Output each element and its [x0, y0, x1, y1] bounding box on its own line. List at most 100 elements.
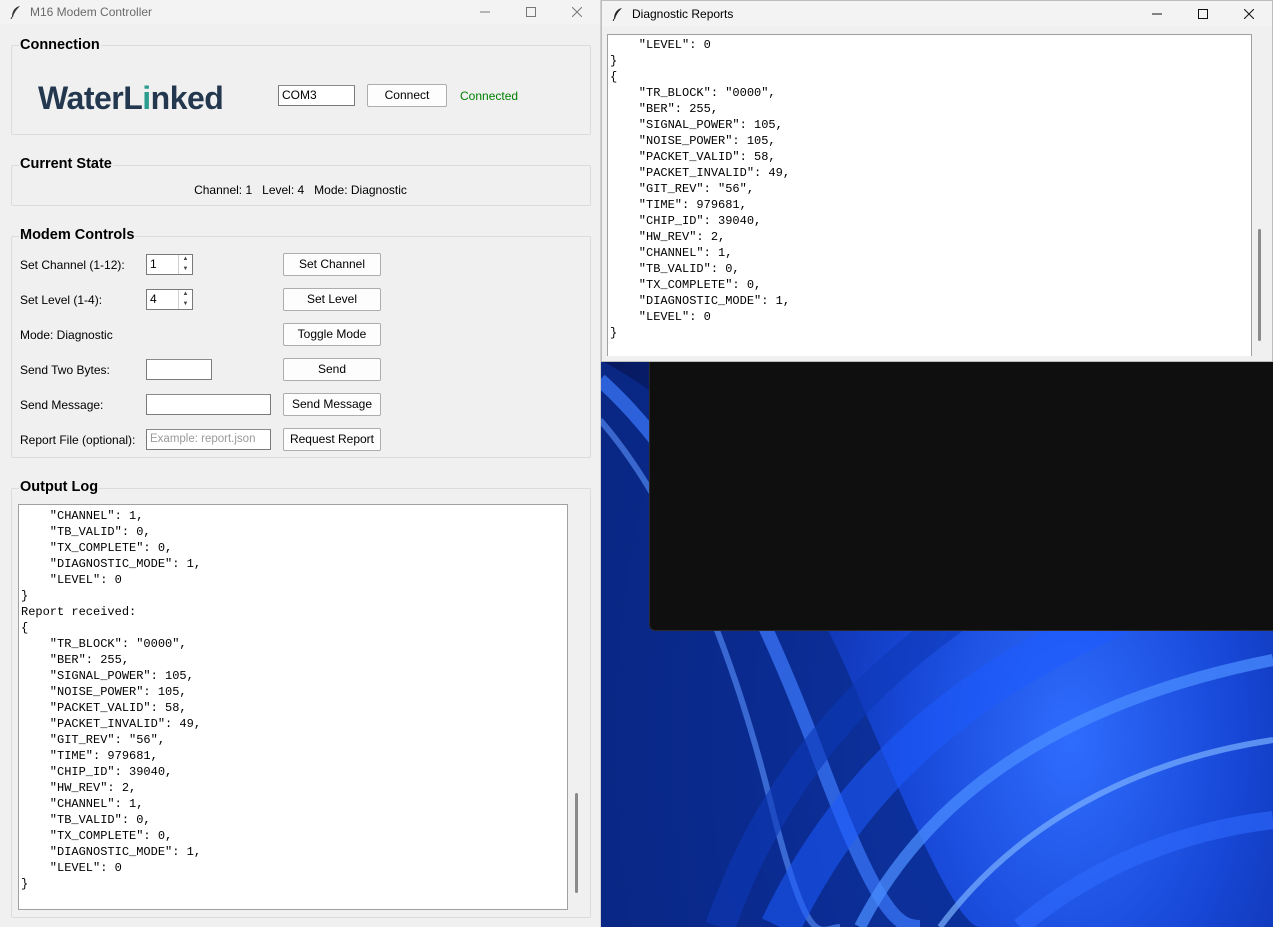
set-level-button[interactable]: Set Level	[283, 288, 381, 311]
log-line: }	[21, 589, 29, 603]
spin-down-icon[interactable]: ▼	[179, 265, 192, 275]
diag-close-button[interactable]	[1226, 1, 1272, 27]
feather-icon	[610, 6, 626, 22]
send-button[interactable]: Send	[283, 358, 381, 381]
send-two-bytes-label: Send Two Bytes:	[20, 363, 110, 377]
log-line: "LEVEL": 0	[21, 861, 122, 875]
diag-scrollbar[interactable]	[1258, 229, 1261, 341]
log-line: "HW_REV": 2,	[21, 781, 137, 795]
log-line: "BER": 255,	[21, 653, 130, 667]
connection-label: Connection	[19, 37, 101, 53]
send-message-button[interactable]: Send Message	[283, 393, 381, 416]
channel-spinbox[interactable]: 1 ▲ ▼	[146, 254, 193, 275]
log-line: "HW_REV": 2,	[610, 230, 726, 244]
log-line: "CHANNEL": 1,	[21, 509, 144, 523]
diag-maximize-button[interactable]	[1180, 1, 1226, 27]
log-line: "CHIP_ID": 39040,	[610, 214, 762, 228]
channel-value: 1	[150, 257, 157, 271]
request-report-button[interactable]: Request Report	[283, 428, 381, 451]
log-line: "DIAGNOSTIC_MODE": 1,	[21, 845, 202, 859]
current-state-label: Current State	[19, 156, 113, 172]
log-line: "NOISE_POWER": 105,	[610, 134, 776, 148]
log-line: "CHANNEL": 1,	[21, 797, 144, 811]
connection-status: Connected	[460, 89, 519, 103]
level-value: 4	[150, 292, 157, 306]
maximize-icon	[526, 7, 536, 17]
log-line: "TB_VALID": 0,	[610, 262, 740, 276]
feather-icon	[8, 4, 24, 20]
window-title: M16 Modem Controller	[30, 5, 153, 19]
log-line: {	[610, 70, 618, 84]
log-line: "TIME": 979681,	[21, 749, 158, 763]
log-line: "NOISE_POWER": 105,	[21, 685, 187, 699]
log-line: }	[21, 877, 29, 891]
main-titlebar[interactable]: M16 Modem Controller	[0, 0, 600, 24]
send-message-label: Send Message:	[20, 398, 104, 412]
message-input[interactable]	[146, 394, 271, 415]
log-line: "PACKET_VALID": 58,	[610, 150, 776, 164]
log-line: "CHANNEL": 1,	[610, 246, 733, 260]
log-line: "BER": 255,	[610, 102, 719, 116]
diag-titlebar[interactable]: Diagnostic Reports	[602, 1, 1272, 27]
main-window: M16 Modem Controller Connection WaterLin…	[0, 0, 601, 927]
log-line: "GIT_REV": "56",	[21, 733, 166, 747]
output-log-scrollbar[interactable]	[575, 793, 578, 893]
log-line: "CHIP_ID": 39040,	[21, 765, 173, 779]
level-spinbox[interactable]: 4 ▲ ▼	[146, 289, 193, 310]
minimize-icon	[1152, 13, 1162, 15]
minimize-icon	[480, 11, 490, 13]
maximize-button[interactable]	[508, 0, 554, 24]
connect-button[interactable]: Connect	[367, 84, 447, 107]
log-line: "SIGNAL_POWER": 105,	[21, 669, 194, 683]
report-file-input[interactable]: Example: report.json	[146, 429, 271, 450]
log-line: "LEVEL": 0	[610, 310, 711, 324]
mode-label: Mode: Diagnostic	[20, 328, 113, 342]
diagnostic-reports-text[interactable]: "LEVEL": 0} { "TR_BLOCK": "0000", "BER": …	[607, 34, 1252, 356]
log-line: "DIAGNOSTIC_MODE": 1,	[21, 557, 202, 571]
spin-down-icon[interactable]: ▼	[179, 300, 192, 310]
log-line: "DIAGNOSTIC_MODE": 1,	[610, 294, 791, 308]
toggle-mode-button[interactable]: Toggle Mode	[283, 323, 381, 346]
log-line: "TX_COMPLETE": 0,	[610, 278, 762, 292]
log-line: "SIGNAL_POWER": 105,	[610, 118, 783, 132]
current-state-text: Channel: 1 Level: 4 Mode: Diagnostic	[194, 183, 407, 197]
background-terminal-window	[649, 355, 1273, 631]
log-line: "TX_COMPLETE": 0,	[21, 829, 173, 843]
log-line: "PACKET_INVALID": 49,	[610, 166, 791, 180]
log-line: "TB_VALID": 0,	[21, 813, 151, 827]
log-line: "TR_BLOCK": "0000",	[21, 637, 187, 651]
log-line: "TB_VALID": 0,	[21, 525, 151, 539]
close-icon	[572, 7, 582, 17]
close-button[interactable]	[554, 0, 600, 24]
log-line: "TIME": 979681,	[610, 198, 747, 212]
log-line: "GIT_REV": "56",	[610, 182, 755, 196]
log-line: }	[610, 326, 618, 340]
log-line: "TR_BLOCK": "0000",	[610, 86, 776, 100]
log-line: "TX_COMPLETE": 0,	[21, 541, 173, 555]
waterlinked-logo: WaterLinked	[38, 80, 224, 116]
diagnostic-reports-window: Diagnostic Reports "LEVEL": 0} { "TR_BLOC…	[601, 0, 1273, 362]
maximize-icon	[1198, 9, 1208, 19]
log-line: "PACKET_INVALID": 49,	[21, 717, 202, 731]
log-line: }	[610, 54, 618, 68]
minimize-button[interactable]	[462, 0, 508, 24]
spin-up-icon[interactable]: ▲	[179, 255, 192, 265]
two-bytes-input[interactable]	[146, 359, 212, 380]
set-level-label: Set Level (1-4):	[20, 293, 103, 307]
log-line: "PACKET_VALID": 58,	[21, 701, 187, 715]
output-log-text[interactable]: "CHANNEL": 1, "TB_VALID": 0, "TX_COMPLET…	[18, 504, 568, 910]
log-line: Report received:	[21, 605, 137, 619]
close-icon	[1244, 9, 1254, 19]
spin-up-icon[interactable]: ▲	[179, 290, 192, 300]
set-channel-button[interactable]: Set Channel	[283, 253, 381, 276]
com-port-input[interactable]: COM3	[278, 85, 355, 106]
diag-window-title: Diagnostic Reports	[632, 7, 734, 21]
log-line: "LEVEL": 0	[610, 38, 711, 52]
output-log-label: Output Log	[19, 479, 100, 495]
set-channel-label: Set Channel (1-12):	[20, 258, 125, 272]
log-line: "LEVEL": 0	[21, 573, 122, 587]
report-file-label: Report File (optional):	[20, 433, 136, 447]
log-line: {	[21, 621, 29, 635]
diag-minimize-button[interactable]	[1134, 1, 1180, 27]
modem-controls-label: Modem Controls	[19, 227, 136, 243]
